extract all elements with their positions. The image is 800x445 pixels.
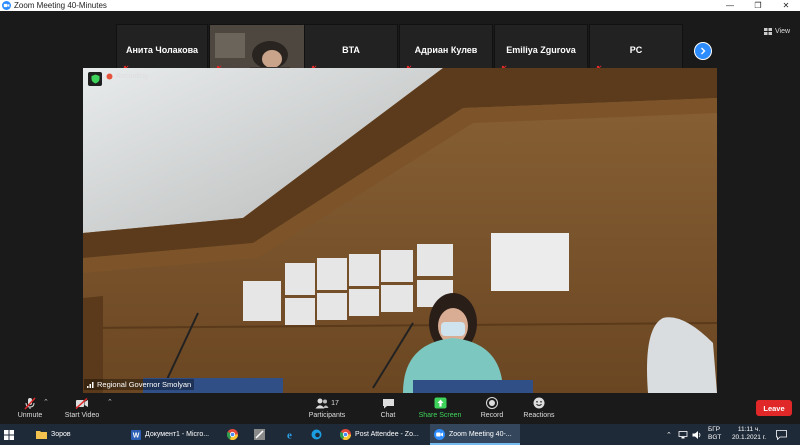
windows-logo-icon (4, 429, 14, 440)
meeting-toolbar: Unmute ⌃ Start Video ⌃ 17 Participants C… (0, 394, 800, 424)
language-indicator[interactable]: БГР BGT (708, 426, 721, 442)
reactions-button[interactable]: Reactions (509, 396, 569, 419)
taskbar-item-label: Zoom Meeting 40-... (449, 431, 512, 438)
record-dot-icon (106, 73, 113, 80)
share-screen-icon (434, 397, 446, 409)
taskbar-item-explorer[interactable]: Зоров (32, 424, 122, 445)
participants-count: 17 (331, 399, 339, 407)
muted-microphone-icon (24, 396, 36, 410)
notification-button[interactable] (776, 424, 787, 445)
taskbar-clock[interactable]: 11:11 ч. 20.1.2021 г. (727, 426, 771, 442)
record-icon (486, 397, 498, 409)
share-screen-label: Share Screen (418, 412, 462, 419)
chat-label: Chat (380, 412, 396, 419)
speaker-video-frame (83, 68, 717, 393)
speaker-name: Regional Governor Smolyan (97, 380, 192, 389)
unmute-button[interactable]: Unmute (0, 396, 60, 419)
next-page-button[interactable] (694, 42, 712, 60)
start-button[interactable] (0, 424, 30, 445)
leave-button[interactable]: Leave (756, 400, 792, 416)
notification-icon (776, 429, 787, 440)
chat-button[interactable]: Chat (358, 396, 418, 419)
taskbar-item-zoom[interactable]: Zoom Meeting 40-... (430, 424, 520, 445)
word-icon: W (131, 429, 141, 440)
taskbar-item-ie[interactable]: e (280, 424, 302, 445)
taskbar-item-edge[interactable] (307, 424, 329, 445)
language-code: БГР (708, 426, 721, 433)
taskbar-item-label: Post Attendee - Zo... (355, 431, 419, 438)
zoom-icon (434, 429, 445, 440)
chrome-icon (340, 429, 351, 440)
signal-bars-icon (87, 381, 94, 388)
taskbar-item-label: Документ1 - Micro... (145, 431, 210, 438)
close-button[interactable]: ✕ (772, 0, 800, 11)
view-label: View (775, 28, 791, 35)
taskbar-item-app[interactable] (250, 424, 272, 445)
volume-icon[interactable] (692, 430, 702, 439)
chrome-icon (227, 429, 238, 440)
participant-name: PC (629, 45, 643, 55)
participants-label: Participants (308, 412, 346, 419)
tray-overflow-chevron-icon[interactable]: ⌃ (666, 431, 672, 439)
windows-taskbar: Зоров W Документ1 - Micro... e Post Atte… (0, 424, 800, 445)
chat-icon (382, 398, 394, 408)
taskbar-item-chrome[interactable] (223, 424, 245, 445)
zoom-app-icon (2, 1, 11, 10)
system-tray: ⌃ (666, 424, 702, 445)
record-label: Record (480, 412, 504, 419)
security-shield-icon[interactable] (88, 72, 102, 86)
recording-indicator: Recording (106, 73, 148, 80)
audio-options-chevron-icon[interactable]: ⌃ (43, 398, 49, 406)
participant-name: Emiliya Zgurova (506, 45, 576, 55)
folder-icon (36, 431, 47, 439)
app-icon (254, 429, 265, 440)
unmute-label: Unmute (17, 412, 43, 419)
minimize-button[interactable]: — (716, 0, 744, 11)
participants-icon (315, 398, 329, 408)
speaker-name-tag: Regional Governor Smolyan (84, 379, 195, 390)
start-video-label: Start Video (64, 412, 100, 419)
participants-button[interactable]: 17 Participants (297, 396, 357, 419)
grid-view-icon (764, 28, 772, 35)
taskbar-item-chrome-window[interactable]: Post Attendee - Zo... (336, 424, 428, 445)
taskbar-item-label: Зоров (51, 431, 71, 438)
taskbar-item-word[interactable]: W Документ1 - Micro... (127, 424, 219, 445)
chevron-right-icon (701, 47, 706, 55)
share-screen-button[interactable]: Share Screen (410, 396, 470, 419)
clock-time: 11:11 ч. (737, 426, 761, 433)
svg-text:e: e (287, 430, 292, 441)
recording-label: Recording (116, 73, 148, 80)
edge-icon (311, 429, 322, 440)
video-options-chevron-icon[interactable]: ⌃ (107, 398, 113, 406)
smiley-icon (533, 397, 545, 409)
participant-name: Анита Чолакова (125, 45, 198, 55)
reactions-label: Reactions (523, 412, 555, 419)
shield-icon (91, 74, 99, 84)
participant-name: BTA (342, 45, 360, 55)
start-video-button[interactable]: Start Video (52, 396, 112, 419)
maximize-button[interactable]: ❐ (744, 0, 772, 11)
active-speaker-video (83, 68, 717, 393)
video-off-icon (75, 397, 88, 409)
ie-icon: e (287, 430, 292, 441)
view-button[interactable]: View (764, 28, 790, 35)
window-title: Zoom Meeting 40-Minutes (14, 1, 107, 10)
clock-date: 20.1.2021 г. (731, 434, 767, 441)
svg-text:W: W (133, 432, 140, 439)
participant-name: Адриан Кулев (414, 45, 478, 55)
window-titlebar: Zoom Meeting 40-Minutes — ❐ ✕ (0, 0, 800, 11)
network-icon[interactable] (678, 430, 688, 439)
keyboard-layout: BGT (708, 434, 722, 441)
